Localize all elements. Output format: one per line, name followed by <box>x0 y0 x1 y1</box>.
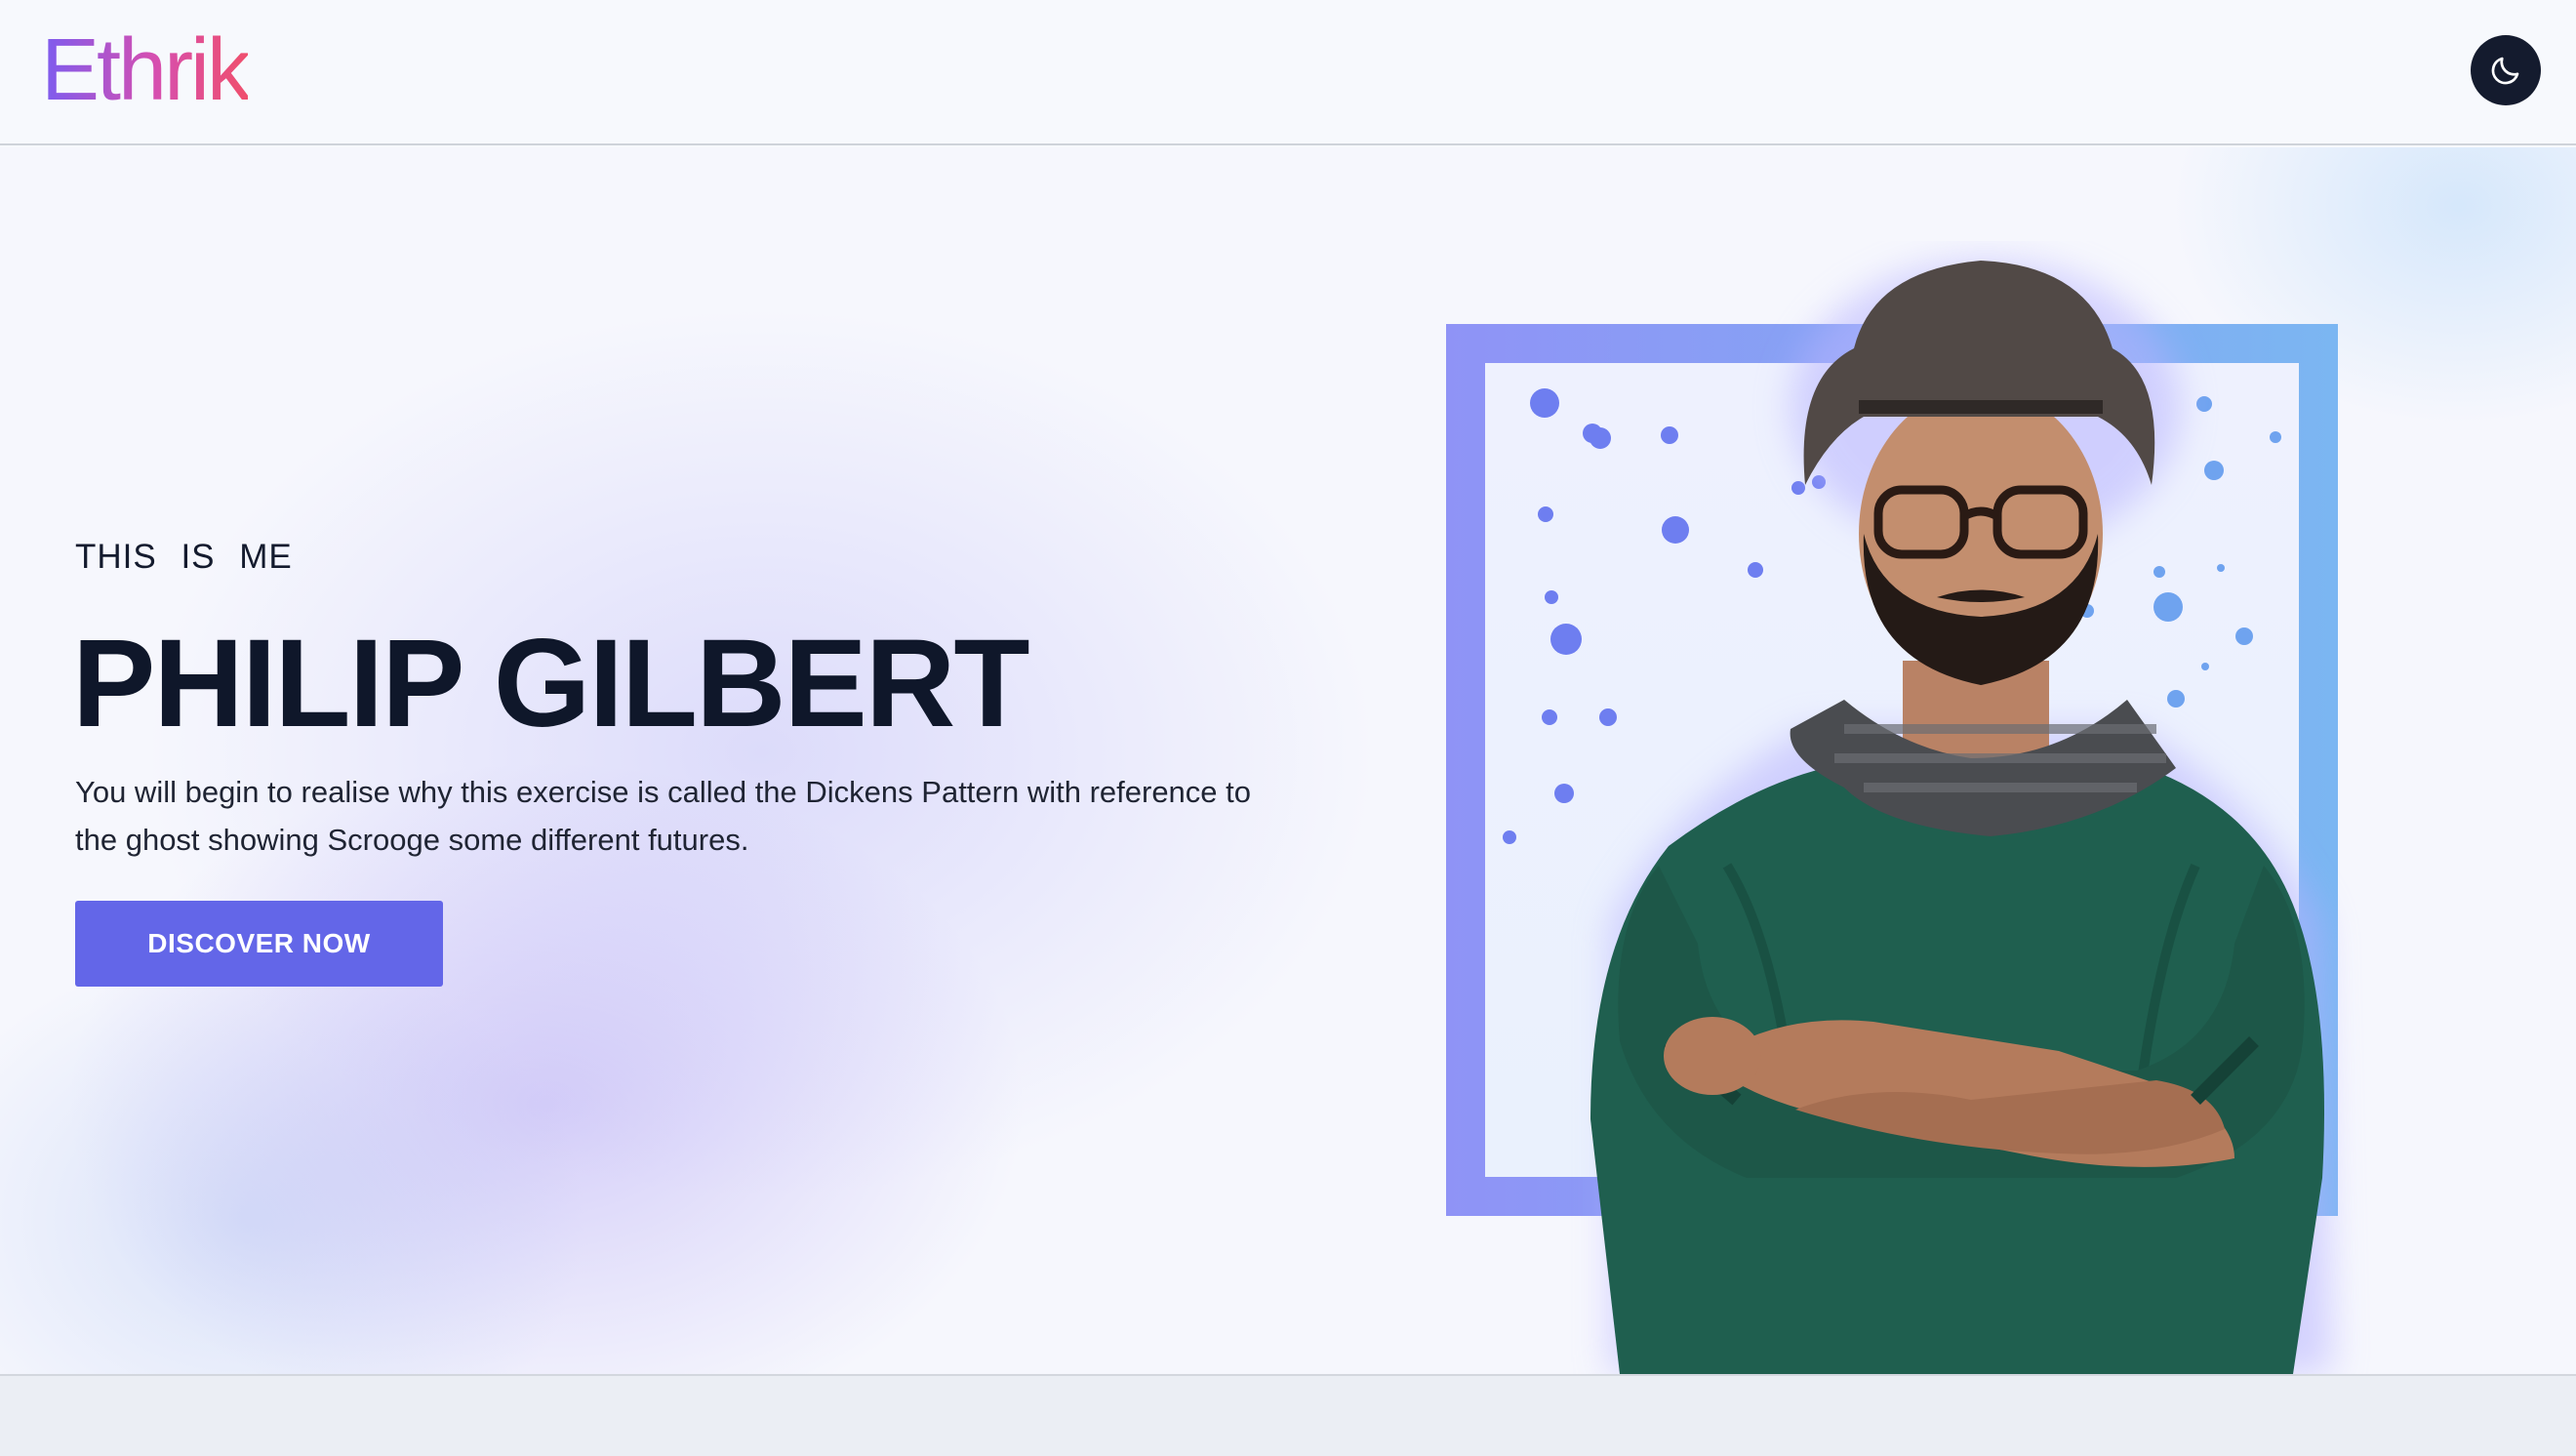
theme-toggle-button[interactable] <box>2471 35 2541 105</box>
hero-section: THIS IS ME PHILIP GILBERT You will begin… <box>0 147 2576 1374</box>
portrait-image <box>1590 261 2332 1374</box>
hero-name: PHILIP GILBERT <box>72 614 1029 753</box>
hero-description: You will begin to realise why this exerc… <box>75 775 1252 857</box>
footer-strip <box>0 1374 2576 1456</box>
discover-now-button[interactable]: DISCOVER NOW <box>75 901 443 987</box>
site-header: Ethrik <box>0 0 2576 145</box>
hero-eyebrow: THIS IS ME <box>75 538 293 576</box>
moon-icon <box>2491 57 2519 85</box>
brand-logo[interactable]: Ethrik <box>41 21 251 119</box>
